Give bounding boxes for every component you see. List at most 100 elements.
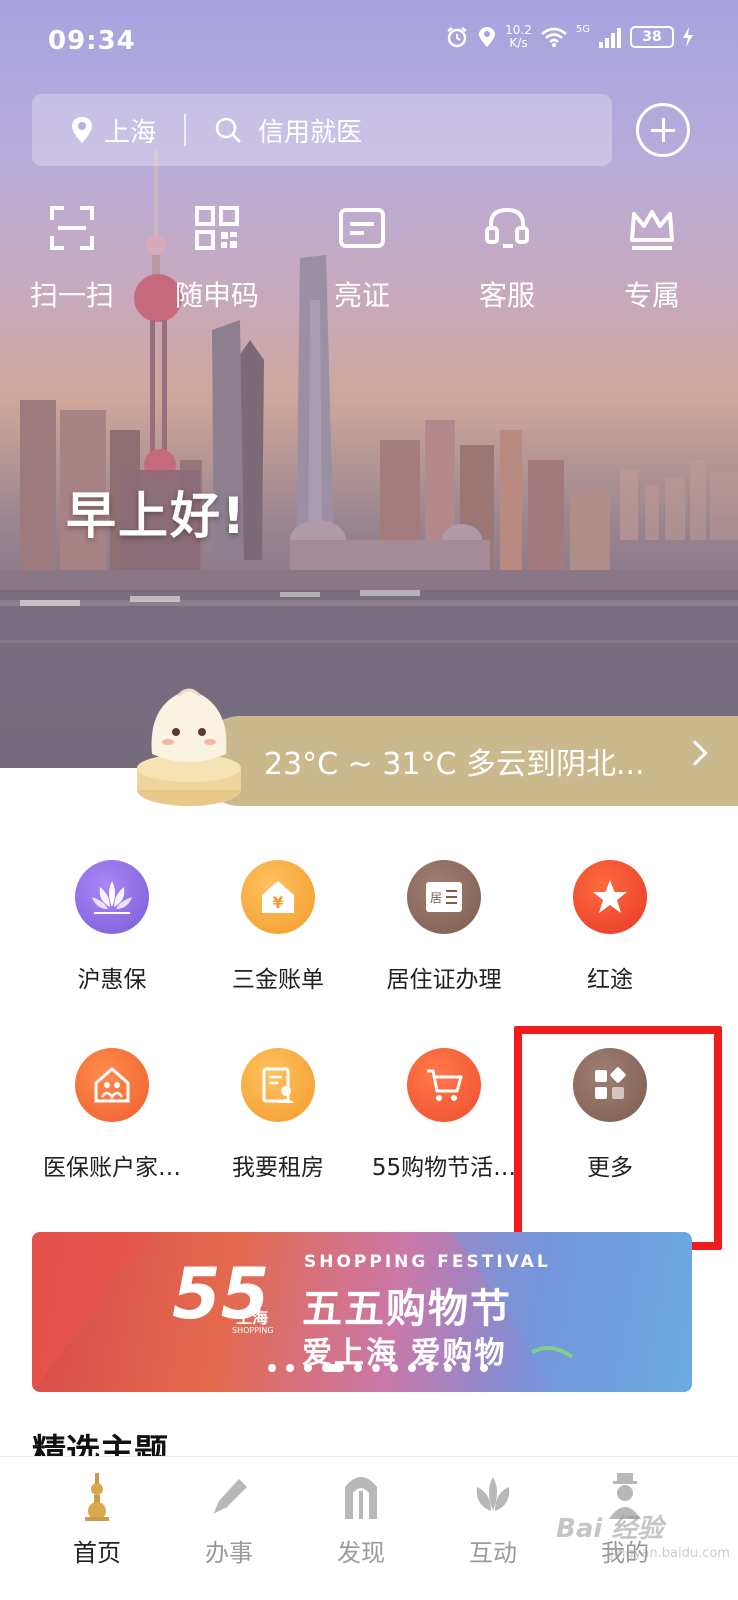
search-placeholder: 信用就医: [258, 117, 363, 148]
service-icon-circle: [573, 860, 647, 934]
quick-action-label: 扫一扫: [29, 279, 114, 312]
service-label: 三金账单: [232, 967, 324, 993]
carousel-dot[interactable]: [444, 1364, 452, 1372]
tab-interact[interactable]: 互动: [423, 1471, 563, 1568]
alarm-icon: [447, 27, 467, 48]
service-label: 我要租房: [232, 1155, 324, 1181]
carousel-dot[interactable]: [372, 1364, 380, 1372]
carousel-dot[interactable]: [286, 1364, 294, 1372]
banner-logo-city: 上海: [236, 1308, 269, 1327]
quick-action-label: 随申码: [174, 279, 259, 312]
banner-subtitle-en: SHOPPING FESTIVAL: [304, 1252, 551, 1272]
status-time: 09:34: [48, 26, 136, 56]
service-sanjin-bill[interactable]: ¥ 三金账单: [188, 860, 368, 994]
service-label: 医保账户家…: [43, 1155, 181, 1181]
wifi-icon: [541, 27, 567, 47]
weather-text: 23°C ~ 31°C 多云到阴北...: [264, 747, 645, 782]
promo-banner[interactable]: 55 上海 SHOPPING SHOPPING FESTIVAL 五五购物节 爱…: [32, 1232, 692, 1392]
service-icon-circle: ¥: [241, 860, 315, 934]
service-55-shopping[interactable]: 55购物节活…: [354, 1048, 534, 1182]
banner-title: 五五购物节: [302, 1286, 512, 1332]
quick-action-service[interactable]: 客服: [437, 204, 577, 314]
service-icon-circle: [407, 1048, 481, 1122]
add-button[interactable]: [636, 103, 690, 157]
crown-icon: [630, 210, 674, 250]
svg-text:居: 居: [430, 891, 442, 905]
quick-action-scan[interactable]: 扫一扫: [2, 204, 142, 314]
family-house-icon: [94, 1067, 130, 1103]
carousel-dot[interactable]: [268, 1364, 276, 1372]
carousel-dot[interactable]: [426, 1364, 434, 1372]
quick-actions: 扫一扫 随申码 亮证 客服 专属: [0, 204, 738, 324]
location-pin-icon: [72, 117, 92, 143]
carousel-dot[interactable]: [462, 1364, 470, 1372]
battery-level: 38: [642, 29, 662, 45]
arch-icon: [345, 1477, 377, 1519]
tab-label: 互动: [469, 1539, 517, 1567]
pen-icon: [212, 1479, 247, 1516]
search-input[interactable]: 信用就医: [214, 112, 362, 149]
network-speed-unit: K/s: [509, 36, 528, 50]
lotus-icon: [92, 881, 132, 914]
service-label: 居住证办理: [386, 967, 502, 993]
dumpling-mascot-icon: [137, 688, 241, 806]
hero-banner: 09:34 10.2 K/s 5G 38 上海 信用就医 扫一扫 随申码 亮证 …: [0, 0, 738, 768]
magnolia-icon: [476, 1477, 510, 1511]
chevron-right-icon: [682, 740, 708, 766]
quick-action-exclusive[interactable]: 专属: [582, 204, 722, 314]
quick-action-qr[interactable]: 随申码: [147, 204, 287, 314]
service-medical-family[interactable]: 医保账户家…: [22, 1048, 202, 1182]
search-icon: [215, 117, 241, 143]
residence-card-icon: 居: [426, 882, 462, 912]
svg-text:¥: ¥: [272, 893, 283, 912]
quick-action-label: 亮证: [333, 279, 390, 312]
qr-code-icon: [195, 206, 239, 250]
quick-action-show-card[interactable]: 亮证: [292, 204, 432, 314]
service-label: 红途: [587, 967, 633, 993]
weather-bar[interactable]: 23°C ~ 31°C 多云到阴北...: [200, 716, 738, 806]
tab-label: 发现: [337, 1539, 385, 1567]
status-bar: 09:34 10.2 K/s 5G 38: [0, 0, 738, 84]
cart-icon: [427, 1069, 463, 1101]
search-divider: [184, 114, 187, 146]
service-hongtu[interactable]: 红途: [520, 860, 700, 994]
section-title: 精选主题: [32, 1432, 168, 1456]
service-icon-circle: [75, 860, 149, 934]
service-residence-permit[interactable]: 居 居住证办理: [354, 860, 534, 994]
service-rent-house[interactable]: 我要租房: [188, 1048, 368, 1182]
location-label: 上海: [104, 117, 157, 148]
scan-icon: [50, 206, 94, 250]
location-selector[interactable]: 上海: [70, 112, 156, 149]
tab-discover[interactable]: 发现: [291, 1471, 431, 1568]
service-icon-circle: 居: [407, 860, 481, 934]
tab-home[interactable]: 首页: [27, 1471, 167, 1568]
annotation-highlight-box: [514, 1026, 722, 1250]
greeting-text: 早上好!: [66, 487, 247, 545]
card-icon: [339, 208, 385, 248]
yuan-house-icon: ¥: [262, 881, 294, 913]
network-speed: 10.2 K/s: [505, 24, 532, 50]
search-bar[interactable]: 上海 信用就医: [32, 94, 612, 166]
carousel-dot[interactable]: [354, 1364, 362, 1372]
quick-action-label: 专属: [623, 279, 680, 312]
carousel-dot[interactable]: [480, 1364, 488, 1372]
carousel-dot[interactable]: [390, 1364, 398, 1372]
headset-icon: [485, 207, 529, 248]
charging-icon: [683, 27, 693, 47]
cell-signal-icon: [599, 28, 621, 48]
carousel-dot[interactable]: [408, 1364, 416, 1372]
banner-logo-shopping: SHOPPING: [232, 1326, 274, 1335]
battery-indicator: 38: [630, 26, 674, 48]
signal-type-label: 5G: [575, 23, 590, 35]
location-status-icon: [479, 27, 496, 47]
carousel-dot-active[interactable]: [322, 1364, 344, 1372]
service-huhuibao[interactable]: 沪惠保: [22, 860, 202, 994]
home-tower-icon: [85, 1473, 109, 1521]
service-icon-circle: [75, 1048, 149, 1122]
quick-action-label: 客服: [478, 279, 535, 312]
rent-document-icon: [262, 1067, 294, 1103]
tab-label: 首页: [73, 1539, 121, 1567]
carousel-dot[interactable]: [304, 1364, 312, 1372]
tab-label: 办事: [205, 1539, 253, 1567]
tab-services[interactable]: 办事: [159, 1471, 299, 1568]
